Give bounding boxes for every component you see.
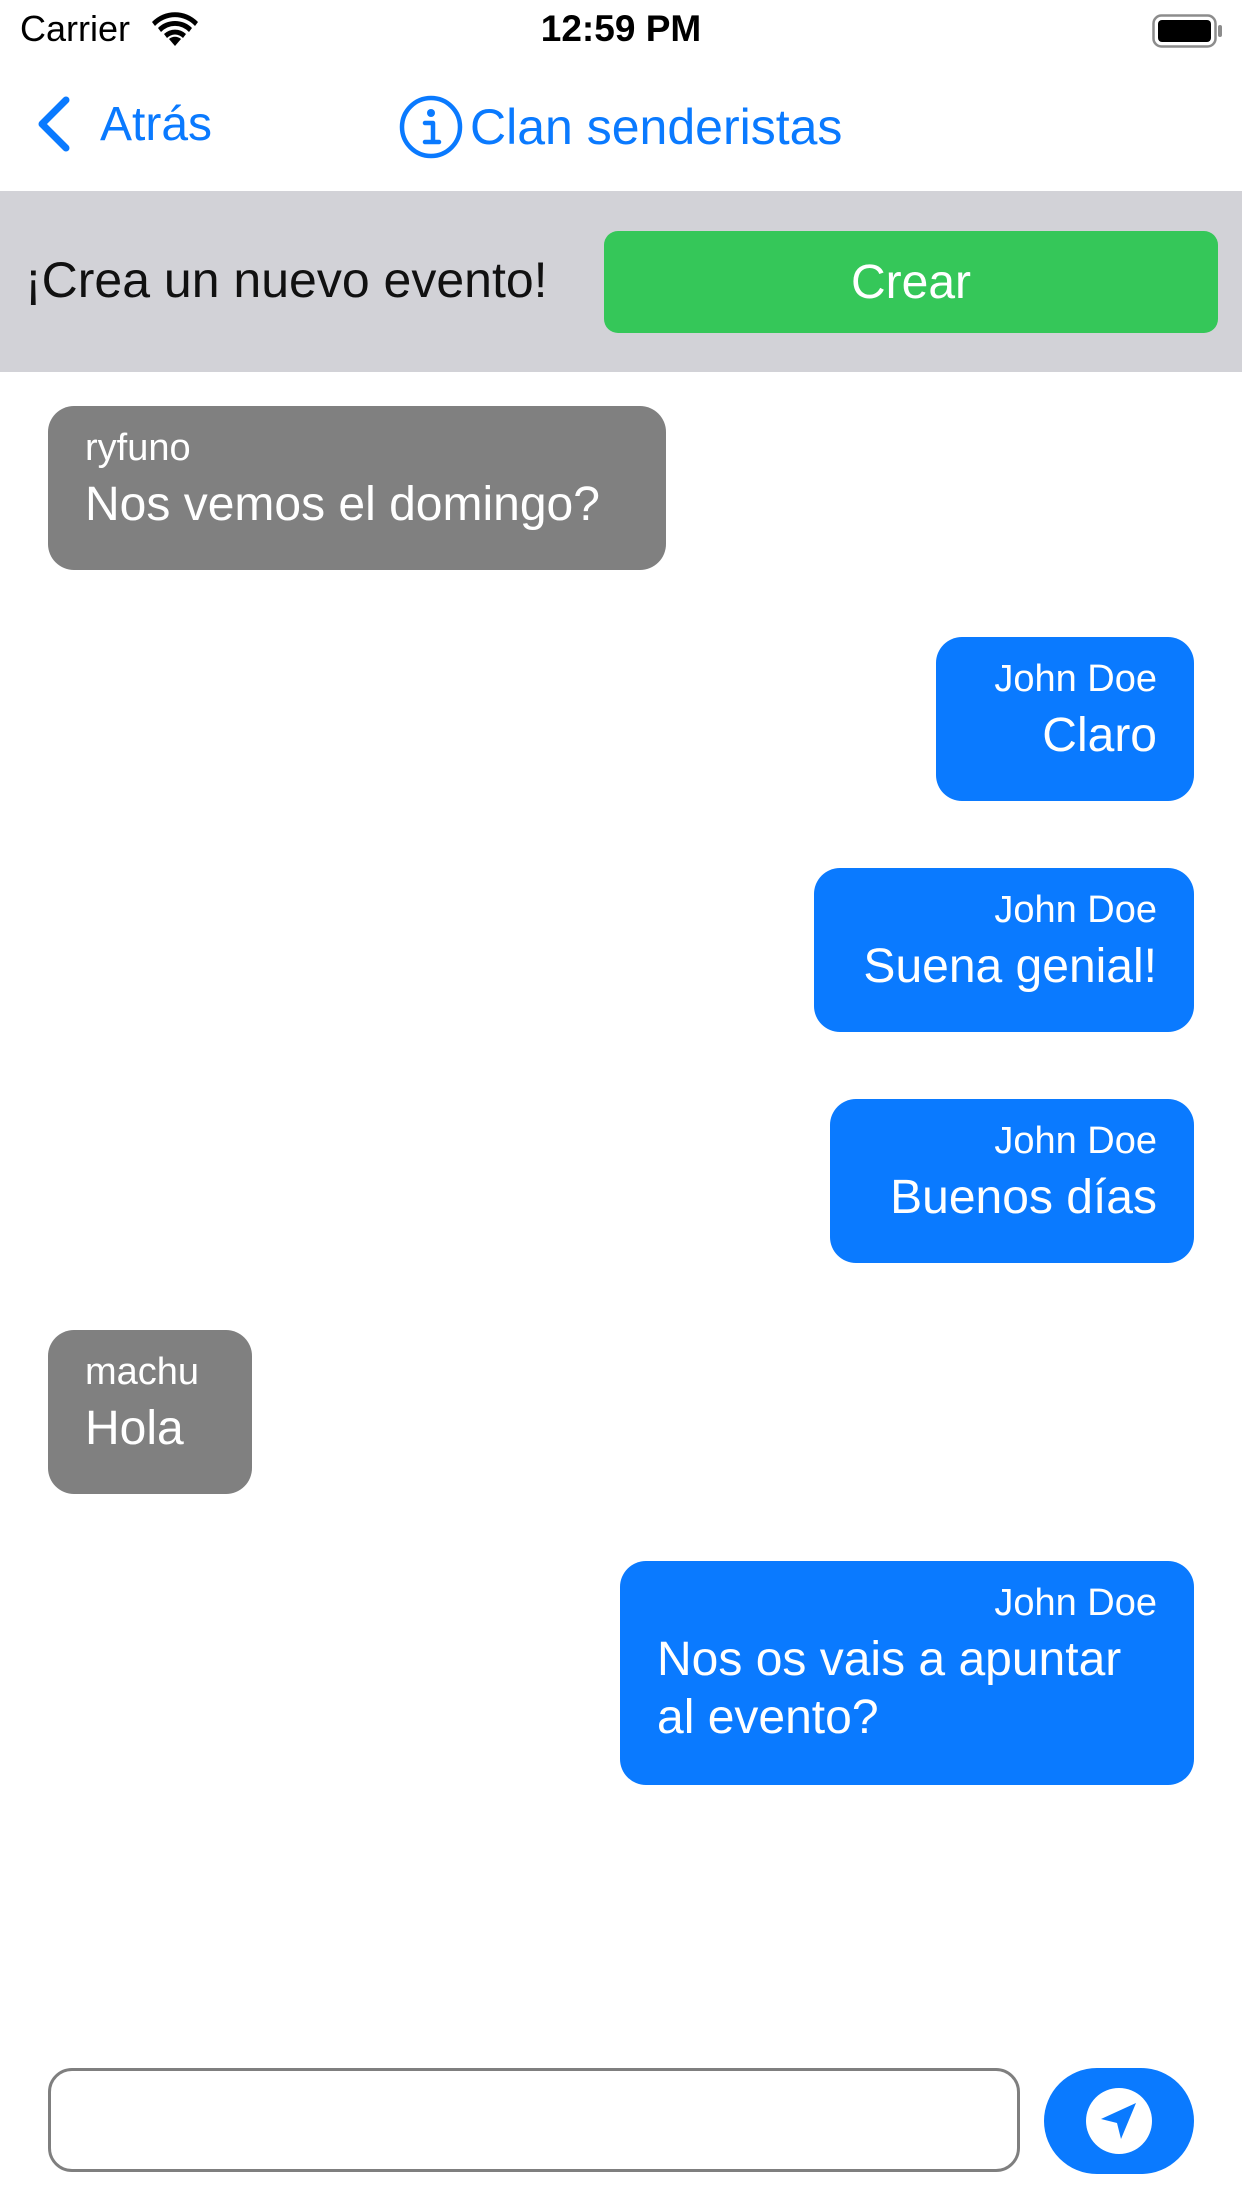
message-sender: John Doe <box>994 1582 1157 1624</box>
message-sender: John Doe <box>994 658 1157 700</box>
send-arrow-icon <box>1086 2088 1152 2154</box>
message-bubble: machu Hola <box>48 1330 252 1494</box>
message-bubble: John Doe Nos os vais a apuntar al evento… <box>620 1561 1194 1785</box>
status-time: 12:59 PM <box>540 8 702 49</box>
status-bar: Carrier 12:59 PM <box>0 0 1242 60</box>
chat-title: Clan senderistas <box>470 99 843 155</box>
create-event-button[interactable]: Crear <box>604 231 1218 333</box>
message-sender: machu <box>85 1351 200 1393</box>
message-sender: ryfuno <box>85 427 191 469</box>
message-text: Suena genial! <box>863 940 1157 993</box>
back-button-label: Atrás <box>100 97 213 151</box>
message-input[interactable] <box>48 2068 1020 2172</box>
message-text: Hola <box>85 1402 184 1455</box>
message-sender: John Doe <box>994 1120 1157 1162</box>
message-bubble: John Doe Suena genial! <box>814 868 1194 1032</box>
message-text: Buenos días <box>890 1171 1157 1224</box>
message-composer <box>0 2040 1242 2208</box>
chevron-left-icon <box>38 96 70 152</box>
message-sender: John Doe <box>994 889 1157 931</box>
message-list[interactable]: ryfuno Nos vemos el domingo? John Doe Cl… <box>0 372 1242 2032</box>
create-event-bar: ¡Crea un nuevo evento! Crear <box>0 191 1242 372</box>
message-text: Nos os vais a apuntar al evento? <box>657 1633 1122 1744</box>
chat-title-group[interactable]: Clan senderistas <box>398 94 842 160</box>
battery-icon <box>1152 14 1222 48</box>
back-button[interactable]: Atrás <box>34 94 212 154</box>
navigation-bar: Atrás Clan senderistas <box>0 60 1242 190</box>
send-button[interactable] <box>1044 2068 1194 2174</box>
message-text: Nos vemos el domingo? <box>85 478 600 531</box>
message-bubble: John Doe Buenos días <box>830 1099 1194 1263</box>
create-event-prompt: ¡Crea un nuevo evento! <box>25 252 548 308</box>
message-bubble: John Doe Claro <box>936 637 1194 801</box>
info-icon[interactable] <box>398 94 464 160</box>
message-text: Claro <box>1042 709 1157 762</box>
message-bubble: ryfuno Nos vemos el domingo? <box>48 406 666 570</box>
